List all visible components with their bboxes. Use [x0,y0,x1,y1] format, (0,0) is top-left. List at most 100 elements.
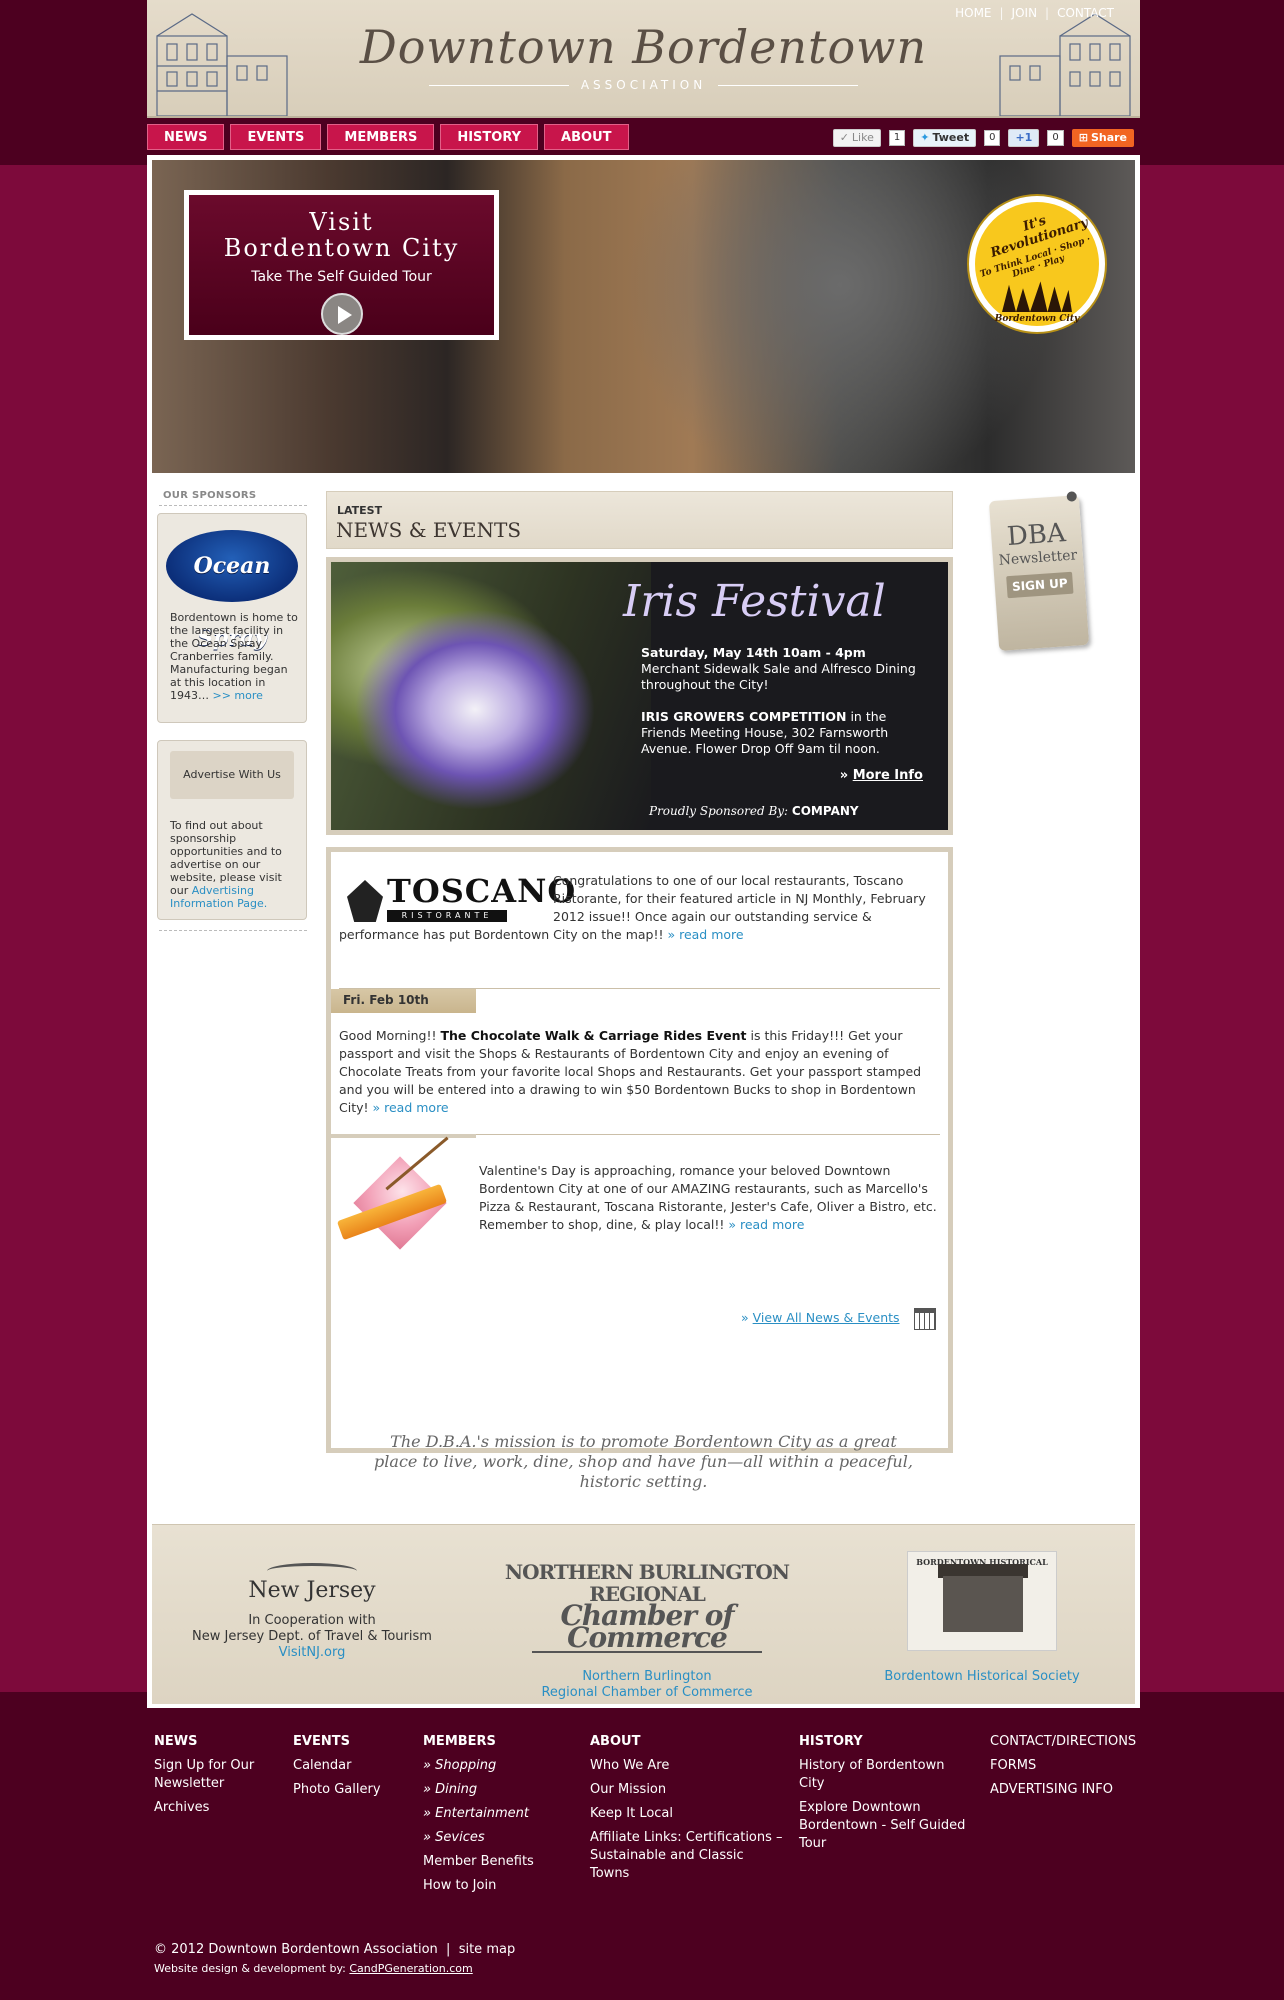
footer-heading-events[interactable]: EVENTS [293,1733,403,1751]
footer-col-misc: CONTACT/DIRECTIONS FORMS ADVERTISING INF… [990,1733,1140,1805]
footer-link-photo-gallery[interactable]: Photo Gallery [293,1781,403,1799]
historical-society-logo[interactable]: BORDENTOWN HISTORICAL SOCIETY [907,1551,1057,1651]
news-item-valentine: Valentine's Day is approaching, romance … [479,1162,939,1234]
site-credit: Website design & development by: CandPGe… [154,1962,473,1975]
footer-link-who-we-are[interactable]: Who We Are [590,1757,785,1775]
chamber-link-2[interactable]: Regional Chamber of Commerce [541,1685,752,1700]
news-list: TOSCANO RISTORANTE Congratulations to on… [326,847,953,1453]
footer-link-how-to-join[interactable]: How to Join [423,1877,573,1895]
site-title[interactable]: Downtown Bordentown [147,20,1140,74]
nj-line-1: In Cooperation with [248,1613,376,1628]
footer-link-member-benefits[interactable]: Member Benefits [423,1853,573,1871]
like-label: Like [851,131,874,144]
sponsor-card: Ocean Spray Bordentown is home to the la… [157,513,307,723]
valentine-read-more-link[interactable]: » read more [728,1217,804,1232]
footer-link-shopping[interactable]: » Shopping [423,1757,573,1775]
join-link[interactable]: JOIN [1004,6,1046,20]
colonial-figures-icon [1002,281,1072,312]
footer-link-contact[interactable]: CONTACT/DIRECTIONS [990,1733,1140,1751]
footer-link-newsletter[interactable]: Sign Up for Our Newsletter [154,1757,264,1793]
footer-link-dining[interactable]: » Dining [423,1781,573,1799]
separator: | [1045,6,1050,20]
ocean-spray-logo[interactable]: Ocean Spray [166,530,298,651]
footer-link-services[interactable]: » Sevices [423,1829,573,1847]
footer-heading-about[interactable]: ABOUT [590,1733,785,1751]
sponsor-description: Bordentown is home to the largest facili… [170,611,298,702]
site-subtitle-text: ASSOCIATION [580,78,707,92]
footer-link-history-bordentown[interactable]: History of Bordentown City [799,1757,969,1793]
nav-tab-events[interactable]: EVENTS [230,124,322,150]
separator: | [999,6,1004,20]
self-guided-tour-promo[interactable]: Visit Bordentown City Take The Self Guid… [184,190,499,340]
plus-icon: ⊞ [1078,131,1088,144]
iris-flower-photo [331,562,651,830]
footer-col-events: EVENTS Calendar Photo Gallery [293,1733,403,1805]
newsletter-signup-button[interactable]: SIGN UP [1006,571,1074,599]
footer-link-explore-tour[interactable]: Explore Downtown Bordentown - Self Guide… [799,1799,969,1853]
partner-chamber: NORTHERN BURLINGTON REGIONAL Chamber of … [502,1561,792,1701]
credit-prefix: Website design & development by: [154,1962,350,1975]
twitter-bird-icon: ✦ [920,131,930,144]
advertise-button[interactable]: Advertise With Us [170,751,294,799]
sponsored-label: Proudly Sponsored By: [649,804,789,818]
tweet-button[interactable]: ✦ Tweet [913,129,977,147]
toscano-read-more-link[interactable]: » read more [667,927,743,942]
footer-link-affiliate-links[interactable]: Affiliate Links: Certifications – Sustai… [590,1829,785,1883]
nav-tab-members[interactable]: MEMBERS [327,124,435,150]
nav-tab-news[interactable]: NEWS [147,124,225,150]
iris-festival-banner[interactable]: Iris Festival Saturday, May 14th 10am - … [326,557,953,835]
home-link[interactable]: HOME [947,6,999,20]
chamber-link-1[interactable]: Northern Burlington [582,1669,711,1684]
contact-link[interactable]: CONTACT [1049,6,1122,20]
footer-heading-history[interactable]: HISTORY [799,1733,969,1751]
valentine-text: Valentine's Day is approaching, romance … [479,1163,937,1232]
newsletter-signup-badge[interactable]: DBA Newsletter SIGN UP [988,491,1090,651]
nav-tab-history[interactable]: HISTORY [440,124,539,150]
date-tag: Fri. Feb 10th [331,989,476,1013]
iris-sidewalk: Merchant Sidewalk Sale and Alfresco Dini… [641,661,916,692]
share-button[interactable]: ⊞ Share [1071,129,1134,147]
play-icon[interactable] [320,293,363,335]
footer-link-advertising-info[interactable]: ADVERTISING INFO [990,1781,1140,1799]
footer-link-archives[interactable]: Archives [154,1799,264,1817]
iris-more-info-link[interactable]: » More Info [840,768,923,783]
tweet-label: Tweet [932,131,970,144]
chamber-logo-line-2: Chamber of Commerce [560,1599,734,1654]
calendar-icon[interactable] [914,1308,936,1330]
view-all-news-link[interactable]: » View All News & Events [741,1310,900,1325]
promo-title-1: Visit [309,208,374,236]
sponsor-name: COMPANY [791,804,859,818]
social-buttons: ✓ Like 1 ✦ Tweet 0 +1 0 ⊞ Share [832,129,1134,147]
footer-link-our-mission[interactable]: Our Mission [590,1781,785,1799]
float-spacer [339,872,553,926]
chamber-logo[interactable]: NORTHERN BURLINGTON REGIONAL Chamber of … [502,1561,792,1654]
historical-society-link[interactable]: Bordentown Historical Society [884,1669,1079,1685]
advertise-description: To find out about sponsorship opportunit… [170,819,298,910]
utility-links: HOME | JOIN | CONTACT [947,6,1122,20]
copyright: © 2012 Downtown Bordentown Association |… [154,1942,516,1957]
plus-one-button[interactable]: +1 [1008,129,1040,147]
plus-one-count: 0 [1047,130,1064,146]
visitnj-link[interactable]: VisitNJ.org [279,1645,346,1660]
sponsor-more-link[interactable]: >> more [213,689,263,702]
chocolate-event-name: The Chocolate Walk & Carriage Rides Even… [440,1028,747,1043]
site-subtitle: ASSOCIATION [147,78,1140,92]
footer-heading-news[interactable]: NEWS [154,1733,264,1751]
iris-title: Iris Festival [623,576,886,627]
credit-link[interactable]: CandPGeneration.com [349,1962,472,1975]
chocolate-read-more-link[interactable]: » read more [373,1100,449,1115]
nav-tab-about[interactable]: ABOUT [544,124,629,150]
nj-logo[interactable]: New Jersey [192,1580,432,1602]
divider [159,930,307,931]
footer-link-forms[interactable]: FORMS [990,1757,1140,1775]
share-label: Share [1090,131,1127,144]
partner-new-jersey: New Jersey In Cooperation with New Jerse… [192,1563,432,1661]
news-item-toscano-text: Congratulations to one of our local rest… [339,872,945,944]
footer-link-calendar[interactable]: Calendar [293,1757,403,1775]
footer-link-keep-it-local[interactable]: Keep It Local [590,1805,785,1823]
nj-line-2: New Jersey Dept. of Travel & Tourism [192,1629,432,1644]
footer-heading-members[interactable]: MEMBERS [423,1733,573,1751]
promo-subtitle: Take The Self Guided Tour [251,269,432,285]
like-button[interactable]: ✓ Like [832,129,881,147]
footer-link-entertainment[interactable]: » Entertainment [423,1805,573,1823]
